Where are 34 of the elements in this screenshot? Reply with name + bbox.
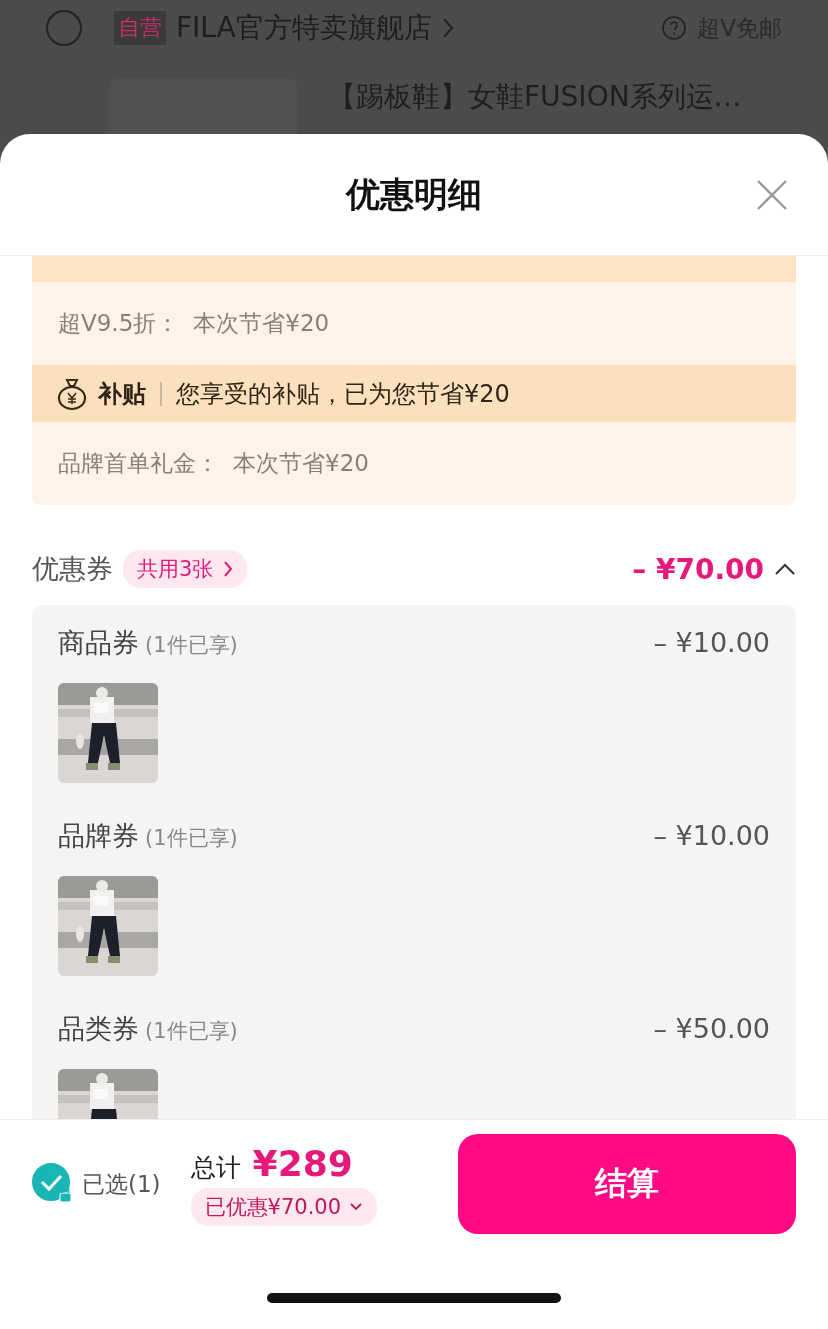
total-price: ¥289 [252, 1142, 353, 1184]
benefit-text: 本次节省¥20 [193, 309, 330, 338]
coupon-amount: – ¥50.00 [653, 1013, 770, 1044]
sheet-title: 优惠明细 [346, 172, 482, 216]
coupon-note: (1件已享) [145, 825, 238, 852]
benefit-label: 品牌首单礼金： [58, 449, 219, 478]
close-icon[interactable] [756, 179, 788, 211]
coupon-name: 品牌券 [58, 819, 139, 853]
selected-count: 已选(1) [82, 1169, 161, 1199]
chevron-down-icon [349, 1201, 364, 1212]
coupon-name: 品类券 [58, 1012, 139, 1046]
coupon-amount: – ¥10.00 [653, 820, 770, 851]
coupon-note: (1件已享) [145, 632, 238, 659]
checked-lock-icon[interactable] [32, 1163, 74, 1205]
coupon-note: (1件已享) [145, 1018, 238, 1045]
total-label: 总计 [190, 1151, 241, 1184]
benefit-text: 您享受的补贴，已为您节省¥20 [176, 378, 510, 410]
select-circle[interactable] [46, 10, 82, 46]
coupon-name: 商品券 [58, 626, 139, 660]
store-tag: 自营 [114, 11, 166, 45]
benefit-title: 补贴 [98, 378, 146, 410]
coupon-count-button[interactable]: 共用3张 [123, 550, 248, 588]
help-icon[interactable] [661, 15, 688, 41]
benefit-label: 超V9.5折： [58, 309, 180, 338]
coupon-total: – ¥70.00 [632, 552, 764, 586]
expand-caret-icon[interactable] [774, 562, 796, 576]
discount-button[interactable]: 已优惠¥70.00 [190, 1187, 378, 1226]
checkout-button[interactable]: 结算 [458, 1134, 796, 1234]
coupon-amount: – ¥10.00 [653, 627, 770, 658]
benefit-text: 本次节省¥20 [233, 449, 369, 478]
money-bag-icon [56, 376, 88, 411]
chevron-right-icon [223, 560, 234, 578]
coupon-label: 优惠券 [32, 552, 113, 586]
chevron-right-icon [441, 17, 454, 39]
